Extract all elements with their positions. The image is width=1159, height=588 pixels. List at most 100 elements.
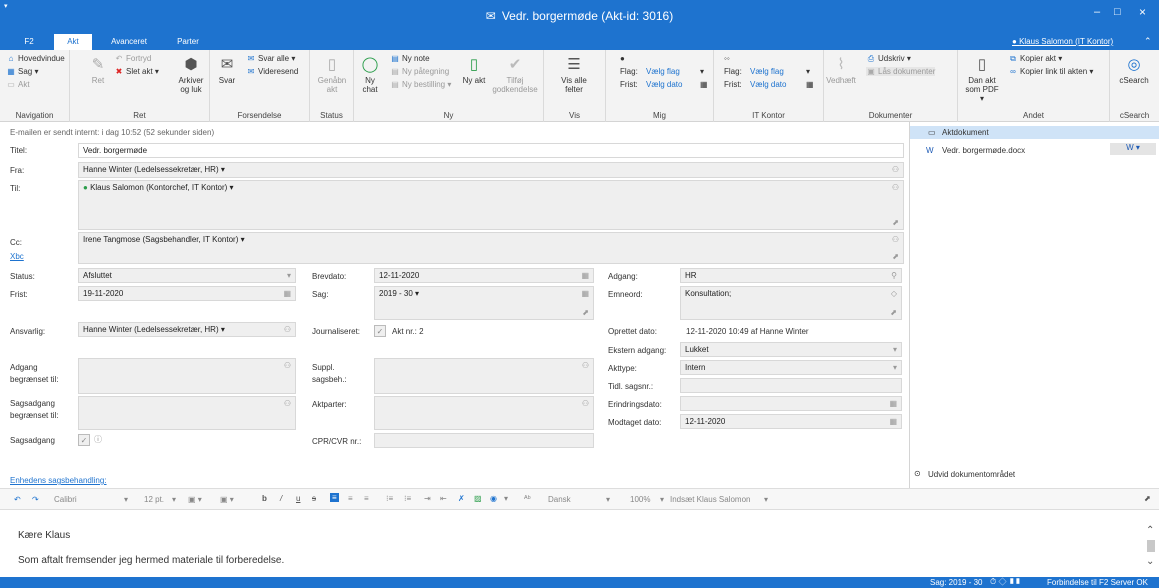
adgang-begraenset-field[interactable]: ⚇ <box>78 358 296 394</box>
body-line-1[interactable]: Kære Klaus <box>18 530 70 541</box>
indsaet-select[interactable]: Indsæt Klaus Salomon <box>670 495 751 504</box>
body-line-2[interactable]: Som aftalt fremsender jeg hermed materia… <box>18 555 284 566</box>
bullet-list-icon[interactable]: ⁝≡ <box>386 494 393 503</box>
image-icon[interactable]: ▨ <box>474 494 482 503</box>
chevron-down-icon[interactable]: ▾ <box>806 67 810 76</box>
scroll-down-icon[interactable]: ⌄ <box>1146 556 1154 567</box>
expand-icon[interactable]: ⬈ <box>890 308 897 317</box>
case-icon[interactable]: ▦ <box>581 289 589 298</box>
chevron-down-icon[interactable]: ▾ <box>504 494 508 503</box>
it-frist-select[interactable]: Vælg dato <box>750 80 786 89</box>
scrollbar-thumb[interactable] <box>1147 540 1155 552</box>
dan-akt-pdf-button[interactable]: ▯ Dan akt som PDF ▾ <box>964 56 1000 103</box>
enhedens-sagsbehandling-link[interactable]: Enhedens sagsbehandling: <box>10 476 107 485</box>
link-icon[interactable]: ◉ <box>490 494 497 503</box>
contacts-icon[interactable]: ⚇ <box>284 361 291 370</box>
calendar-icon[interactable]: ▦ <box>283 289 291 298</box>
chevron-down-icon[interactable]: ▾ <box>660 495 664 504</box>
mig-frist-select[interactable]: Vælg dato <box>646 80 682 89</box>
ansvarlig-field[interactable]: Hanne Winter (Ledelsessekretær, HR) ▾ ⚇ <box>78 322 296 337</box>
spellcheck-icon[interactable]: ᴬᵇ <box>524 494 531 503</box>
vis-alle-felter-button[interactable]: ☰ Vis alle felter <box>552 56 596 94</box>
tab-parter[interactable]: Parter <box>166 34 210 50</box>
italic-icon[interactable]: / <box>280 494 282 503</box>
kopier-link-button[interactable]: ∞ Kopier link til akten ▾ <box>1008 67 1093 76</box>
ny-chat-button[interactable]: ◯ Ny chat <box>358 56 382 94</box>
maximize-button[interactable]: □ <box>1114 6 1121 18</box>
cc-field[interactable]: Irene Tangmose (Sagsbehandler, IT Kontor… <box>78 232 904 264</box>
csearch-button[interactable]: ◎ cSearch <box>1116 56 1152 85</box>
tab-akt[interactable]: Akt <box>54 34 92 50</box>
aktparter-field[interactable]: ⚇ <box>374 396 594 430</box>
align-center-icon[interactable]: ≡ <box>348 494 353 503</box>
calendar-icon[interactable]: ▦ <box>581 271 589 280</box>
ny-paategning-button[interactable]: ▤ Ny påtegning <box>390 67 449 76</box>
align-left-icon[interactable]: ≡ <box>330 493 339 502</box>
calendar-icon[interactable]: ▦ <box>700 80 708 89</box>
document-options-button[interactable]: W ▾ <box>1110 143 1156 155</box>
udvid-dokumentomraadet[interactable]: Udvid dokumentområdet <box>928 470 1015 479</box>
erindring-input[interactable]: ▦ <box>680 396 902 411</box>
kopier-akt-button[interactable]: ⧉ Kopier akt ▾ <box>1008 54 1062 64</box>
akttype-select[interactable]: Intern ▾ <box>680 360 902 375</box>
tag-icon[interactable]: ◇ <box>891 289 897 298</box>
contacts-icon[interactable]: ⚇ <box>582 361 589 370</box>
expand-icon[interactable]: ⬈ <box>892 218 899 227</box>
language-select[interactable]: Dansk <box>548 495 571 504</box>
document-file[interactable]: Vedr. borgermøde.docx <box>942 146 1025 155</box>
help-icon[interactable]: ⓘ <box>94 434 102 445</box>
laas-dokumenter-button[interactable]: ▣ Lås dokumenter <box>866 67 936 76</box>
contacts-icon[interactable]: ⚇ <box>892 165 899 174</box>
tab-avanceret[interactable]: Avanceret <box>100 34 158 50</box>
expand-circle-icon[interactable]: ⊙ <box>914 469 921 478</box>
key-icon[interactable]: ⚲ <box>891 271 897 280</box>
suppl-sagsbeh-field[interactable]: ⚇ <box>374 358 594 394</box>
cpr-input[interactable] <box>374 433 594 448</box>
fra-field[interactable]: Hanne Winter (Ledelsessekretær, HR) ▾ ⚇ <box>78 162 904 178</box>
size-select[interactable]: 12 pt. <box>144 495 164 504</box>
number-list-icon[interactable]: ⁝≡ <box>404 494 411 503</box>
chevron-down-icon[interactable]: ▾ <box>700 67 704 76</box>
calendar-icon[interactable]: ▦ <box>889 417 897 426</box>
expand-icon[interactable]: ⬈ <box>582 308 589 317</box>
contacts-icon[interactable]: ⚇ <box>284 325 291 334</box>
clear-format-icon[interactable]: ✗ <box>458 494 465 503</box>
expand-icon[interactable]: ⬈ <box>892 252 899 261</box>
ny-bestilling-button[interactable]: ▤ Ny bestilling ▾ <box>390 80 451 89</box>
tab-f2[interactable]: F2 <box>14 34 44 50</box>
scroll-up-icon[interactable]: ⌃ <box>1146 525 1154 536</box>
collapse-ribbon-icon[interactable]: ⌃ <box>1144 36 1152 47</box>
sagsadgang-begraenset-field[interactable]: ⚇ <box>78 396 296 430</box>
emneord-field[interactable]: Konsultation; ◇ ⬈ <box>680 286 902 320</box>
contacts-icon[interactable]: ⚇ <box>582 399 589 408</box>
underline-icon[interactable]: u <box>296 494 300 503</box>
font-select[interactable]: Calibri <box>54 495 77 504</box>
ny-akt-button[interactable]: ▯ Ny akt <box>462 56 486 85</box>
hovedvindue-button[interactable]: ⌂ Hovedvindue <box>6 54 65 63</box>
highlight-icon[interactable]: ▣ ▾ <box>188 495 202 504</box>
calendar-icon[interactable]: ▦ <box>806 80 814 89</box>
chevron-down-icon[interactable]: ▾ <box>124 495 128 504</box>
status-select[interactable]: Afsluttet ▾ <box>78 268 296 283</box>
outdent-icon[interactable]: ⇤ <box>440 494 447 503</box>
svar-button[interactable]: ✉ Svar <box>216 56 238 85</box>
udskriv-button[interactable]: ⎙ Udskriv ▾ <box>866 54 911 64</box>
frist-input[interactable]: 19-11-2020 ▦ <box>78 286 296 301</box>
slet-akt-button[interactable]: ✖ Slet akt ▾ <box>114 67 159 76</box>
redo-icon[interactable]: ↷ <box>32 495 39 504</box>
strikethrough-icon[interactable]: s <box>312 494 316 503</box>
ekstern-select[interactable]: Lukket ▾ <box>680 342 902 357</box>
videresend-button[interactable]: ✉ Videresend <box>246 67 299 76</box>
align-right-icon[interactable]: ≡ <box>364 494 369 503</box>
current-user[interactable]: ● Klaus Salomon (IT Kontor) <box>1012 37 1113 46</box>
titel-input[interactable]: Vedr. borgermøde <box>78 143 904 158</box>
genaabn-button[interactable]: ▯ Genåbn akt <box>316 56 348 94</box>
chevron-down-icon[interactable]: ▾ <box>172 495 176 504</box>
chevron-down-icon[interactable]: ▾ <box>606 495 610 504</box>
brevdato-input[interactable]: 12-11-2020 ▦ <box>374 268 594 283</box>
font-color-icon[interactable]: ▣ ▾ <box>220 495 234 504</box>
contacts-icon[interactable]: ⚇ <box>892 183 899 192</box>
expand-icon[interactable]: ⬈ <box>1144 494 1151 503</box>
xbc-link[interactable]: Xbc <box>10 252 24 261</box>
adgang-field[interactable]: HR ⚲ <box>680 268 902 283</box>
